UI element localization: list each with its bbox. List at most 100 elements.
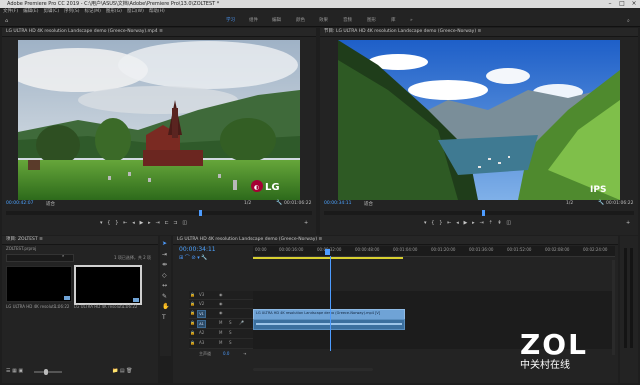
program-add-button[interactable]: + [626, 220, 630, 226]
new-bin-icon[interactable]: 📁 [112, 368, 118, 374]
step-back-icon[interactable]: ◂ [132, 220, 135, 226]
project-header[interactable]: 项目: ZOLTEST ≡ [2, 236, 158, 245]
track-target-v1[interactable]: V1 [197, 310, 206, 318]
play-icon[interactable]: ▶ [140, 220, 144, 226]
export-frame-icon[interactable]: ◫ [182, 220, 187, 226]
mark-out-icon[interactable]: } [115, 220, 118, 226]
list-view-icon[interactable]: ☰ [6, 368, 10, 374]
timeline-settings-icon[interactable]: 🔧 [201, 255, 207, 261]
play-icon[interactable]: ▶ [464, 220, 468, 226]
text-tool-icon[interactable]: T [162, 313, 169, 324]
mark-in-icon[interactable]: { [107, 220, 110, 226]
lock-icon[interactable]: 🔒 [190, 340, 195, 345]
program-timecode[interactable]: 00:00:34:11 [324, 201, 351, 206]
razor-tool-icon[interactable]: ◇ [162, 271, 169, 282]
lock-icon[interactable]: 🔒 [190, 310, 195, 315]
timeline-horizontal-scrollbar[interactable] [253, 368, 373, 371]
menu-window[interactable]: 窗口(W) [127, 9, 144, 14]
menu-graphics[interactable]: 图形(G) [106, 9, 122, 14]
solo-icon[interactable]: S [229, 340, 232, 345]
lock-icon[interactable]: 🔒 [190, 292, 195, 297]
workspace-tab-libraries[interactable]: 库 [391, 16, 396, 26]
ripple-edit-tool-icon[interactable]: ⇹ [162, 260, 169, 271]
menu-clip[interactable]: 剪辑(C) [43, 9, 59, 14]
wrench-icon[interactable]: 🔧 [276, 200, 282, 206]
zoom-slider[interactable] [34, 369, 62, 375]
maximize-icon[interactable]: □ [616, 0, 628, 8]
linked-selection-icon[interactable]: ⊘ [191, 255, 195, 261]
menu-sequence[interactable]: 序列(S) [64, 9, 79, 14]
icon-view-icon[interactable]: ▦ [12, 368, 17, 374]
source-timecode[interactable]: 00:00:42:07 [6, 201, 33, 206]
project-item-thumbnail-selected[interactable] [74, 265, 142, 305]
source-fit-dropdown[interactable]: 适合 [46, 201, 55, 207]
mute-icon[interactable]: M [219, 330, 222, 335]
track-select-tool-icon[interactable]: ⇥ [162, 250, 169, 261]
audio-clip[interactable] [253, 319, 405, 330]
go-to-in-icon[interactable]: ⇤ [447, 220, 451, 226]
minimize-icon[interactable]: – [604, 0, 616, 8]
track-target-a1[interactable]: A1 [197, 320, 206, 328]
step-back-icon[interactable]: ◂ [456, 220, 459, 226]
program-monitor-header[interactable]: 节目: LG ULTRA HD 4K resolution Landscape … [320, 28, 638, 37]
solo-icon[interactable]: S [229, 320, 232, 325]
program-fit-dropdown[interactable]: 适合 [364, 201, 373, 207]
workspace-tab-color[interactable]: 颜色 [296, 16, 305, 26]
timeline-header[interactable]: LG ULTRA HD 4K resolution Landscape demo… [173, 236, 618, 245]
lock-icon[interactable]: 🔒 [190, 301, 195, 306]
slip-tool-icon[interactable]: ↔ [162, 281, 169, 292]
program-playhead[interactable] [482, 210, 485, 216]
workspace-tab-audio[interactable]: 音频 [343, 16, 352, 26]
mark-in-icon[interactable]: { [431, 220, 434, 226]
menu-help[interactable]: 帮助(H) [149, 9, 165, 14]
search-icon[interactable]: ⌕ [627, 18, 630, 24]
add-marker-icon[interactable]: ▾ [197, 255, 200, 261]
hand-tool-icon[interactable]: ✋ [162, 302, 169, 313]
overwrite-icon[interactable]: ⊐ [173, 220, 177, 226]
close-icon[interactable]: × [628, 0, 640, 8]
timeline-timecode[interactable]: 00:00:34:11 [179, 246, 216, 253]
insert-icon[interactable]: ⊏ [164, 220, 168, 226]
extract-icon[interactable]: ⇞ [497, 220, 501, 226]
menu-file[interactable]: 文件(F) [3, 9, 18, 14]
wrench-icon[interactable]: 🔧 [598, 200, 604, 206]
workspace-tab-assembly[interactable]: 组件 [249, 16, 258, 26]
home-icon[interactable]: ⌂ [5, 18, 8, 24]
lift-icon[interactable]: ⇡ [488, 220, 492, 226]
menu-marker[interactable]: 标记(M) [85, 9, 101, 14]
freeform-view-icon[interactable]: ▣ [18, 368, 23, 374]
nest-icon[interactable]: ⊞ [179, 255, 183, 261]
step-forward-icon[interactable]: ▸ [472, 220, 475, 226]
delete-icon[interactable]: 🗑 [126, 368, 132, 374]
program-resolution-dropdown[interactable]: 1/2 [566, 201, 573, 206]
add-marker-icon[interactable]: ▾ [424, 220, 427, 226]
master-volume[interactable]: 0.0 [223, 351, 229, 356]
source-scrubber[interactable] [6, 210, 312, 216]
workspace-tab-graphics[interactable]: 图形 [367, 16, 376, 26]
timeline-playhead-handle[interactable] [325, 249, 330, 255]
more-workspaces-icon[interactable]: » [410, 16, 413, 26]
source-resolution-dropdown[interactable]: 1/2 [244, 201, 251, 206]
mute-icon[interactable]: M [219, 340, 222, 345]
add-marker-icon[interactable]: ▾ [100, 220, 103, 226]
eye-icon[interactable]: ◉ [219, 292, 223, 297]
mic-icon[interactable]: 🎤 [239, 320, 244, 325]
workspace-tab-editing[interactable]: 编辑 [272, 16, 281, 26]
go-to-out-icon[interactable]: ⇥ [479, 220, 483, 226]
source-add-button[interactable]: + [304, 220, 308, 226]
go-to-out-icon[interactable]: ⇥ [155, 220, 159, 226]
selection-tool-icon[interactable]: ➤ [162, 239, 169, 250]
go-to-end-icon[interactable]: ⇥ [243, 351, 246, 356]
export-frame-icon[interactable]: ◫ [506, 220, 511, 226]
solo-icon[interactable]: S [229, 330, 232, 335]
zoom-slider-handle[interactable] [44, 369, 48, 375]
program-scrubber[interactable] [324, 210, 634, 216]
work-area-bar[interactable] [253, 257, 403, 259]
source-playhead[interactable] [199, 210, 202, 216]
go-to-in-icon[interactable]: ⇤ [123, 220, 127, 226]
source-monitor-header[interactable]: LG ULTRA HD 4K resolution Landscape demo… [2, 28, 316, 37]
mark-out-icon[interactable]: } [439, 220, 442, 226]
step-forward-icon[interactable]: ▸ [148, 220, 151, 226]
workspace-tab-learn[interactable]: 学习 [226, 16, 235, 26]
mute-icon[interactable]: M [219, 320, 222, 325]
